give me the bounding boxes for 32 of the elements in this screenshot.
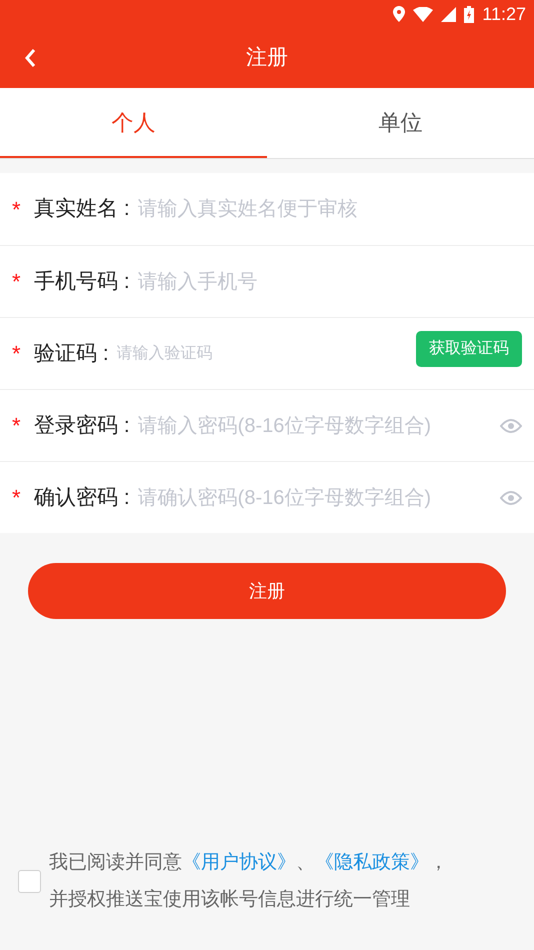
agreement-text: 我已阅读并同意《用户协议》、《隐私政策》， 并授权推送宝使用该帐号信息进行统一管理 (49, 851, 448, 912)
eye-icon[interactable] (500, 418, 522, 432)
required-mark: * (12, 196, 21, 224)
required-mark: * (12, 268, 21, 296)
field-label: 确认密码 : (34, 484, 130, 511)
tab[interactable]: 个人 (0, 88, 267, 158)
location-icon (393, 6, 406, 22)
policy-link[interactable]: 《用户协议》 (182, 852, 296, 873)
required-mark: * (12, 340, 21, 368)
eye-icon[interactable] (500, 490, 522, 504)
tab[interactable]: 单位 (267, 88, 534, 158)
register-button[interactable]: 注册 (28, 563, 506, 619)
status-time: 11:27 (482, 2, 526, 26)
field-label: 手机号码 : (34, 268, 130, 295)
battery-icon (464, 6, 474, 22)
agree-checkbox[interactable] (18, 870, 41, 892)
wifi-icon (413, 6, 434, 22)
input-field[interactable]: 请输入验证码 (116, 342, 416, 366)
required-mark: * (12, 484, 21, 512)
field-label: 验证码 : (34, 340, 109, 367)
get-code-button[interactable]: 获取验证码 (416, 330, 522, 366)
signal-icon (441, 6, 456, 22)
page-title: 注册 (246, 45, 288, 72)
input-field[interactable]: 请确认密码(8-16位字母数字组合) (138, 482, 492, 512)
policy-link[interactable]: 《隐私政策》 (315, 852, 429, 873)
input-field[interactable]: 请输入密码(8-16位字母数字组合) (138, 410, 492, 440)
field-label: 登录密码 : (34, 412, 130, 439)
input-field[interactable]: 请输入真实姓名便于审核 (138, 194, 522, 224)
input-field[interactable]: 请输入手机号 (138, 266, 522, 296)
field-label: 真实姓名 : (34, 196, 130, 222)
required-mark: * (12, 412, 21, 440)
back-icon (24, 48, 36, 68)
